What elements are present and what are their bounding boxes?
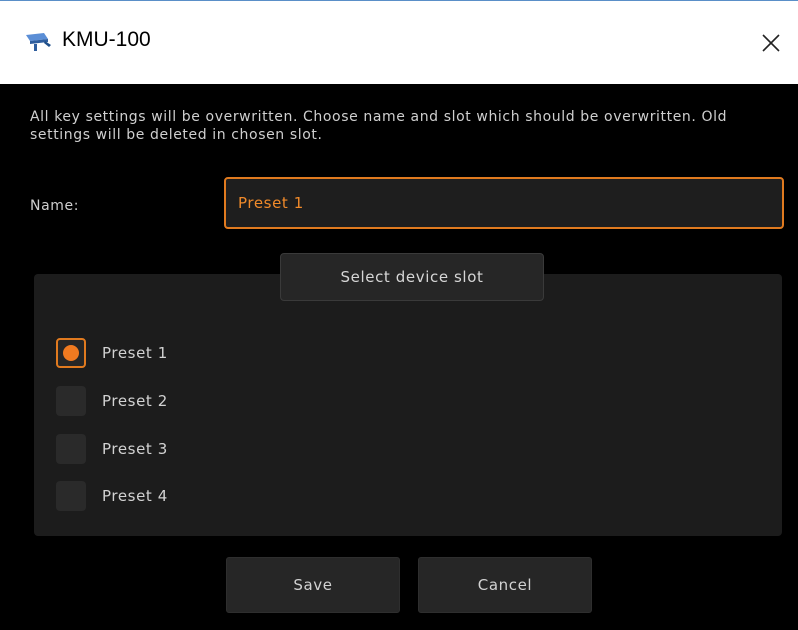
radio-button-selected[interactable] [56, 338, 86, 368]
preset-label: Preset 4 [102, 487, 168, 505]
preset-option-3[interactable]: Preset 3 [56, 432, 168, 466]
preset-label: Preset 2 [102, 392, 168, 410]
radio-button[interactable] [56, 386, 86, 416]
title-bar: KMU-100 [0, 0, 798, 84]
preset-option-2[interactable]: Preset 2 [56, 384, 168, 418]
radio-selected-dot [63, 345, 79, 361]
cancel-button[interactable]: Cancel [418, 557, 592, 613]
select-device-slot-button[interactable]: Select device slot [280, 253, 544, 301]
radio-button[interactable] [56, 481, 86, 511]
name-input[interactable] [224, 177, 784, 229]
radio-button[interactable] [56, 434, 86, 464]
preset-label: Preset 3 [102, 440, 168, 458]
name-label: Name: [30, 198, 80, 214]
close-icon [762, 34, 780, 52]
dialog-description: All key settings will be overwritten. Ch… [30, 109, 728, 143]
save-button[interactable]: Save [226, 557, 400, 613]
preset-option-1[interactable]: Preset 1 [56, 336, 168, 370]
window-title: KMU-100 [62, 28, 151, 51]
kmu-device-icon [24, 31, 52, 53]
preset-label: Preset 1 [102, 344, 168, 362]
preset-option-4[interactable]: Preset 4 [56, 479, 168, 513]
close-button[interactable] [748, 1, 798, 85]
dialog-content: All key settings will be overwritten. Ch… [0, 84, 798, 630]
